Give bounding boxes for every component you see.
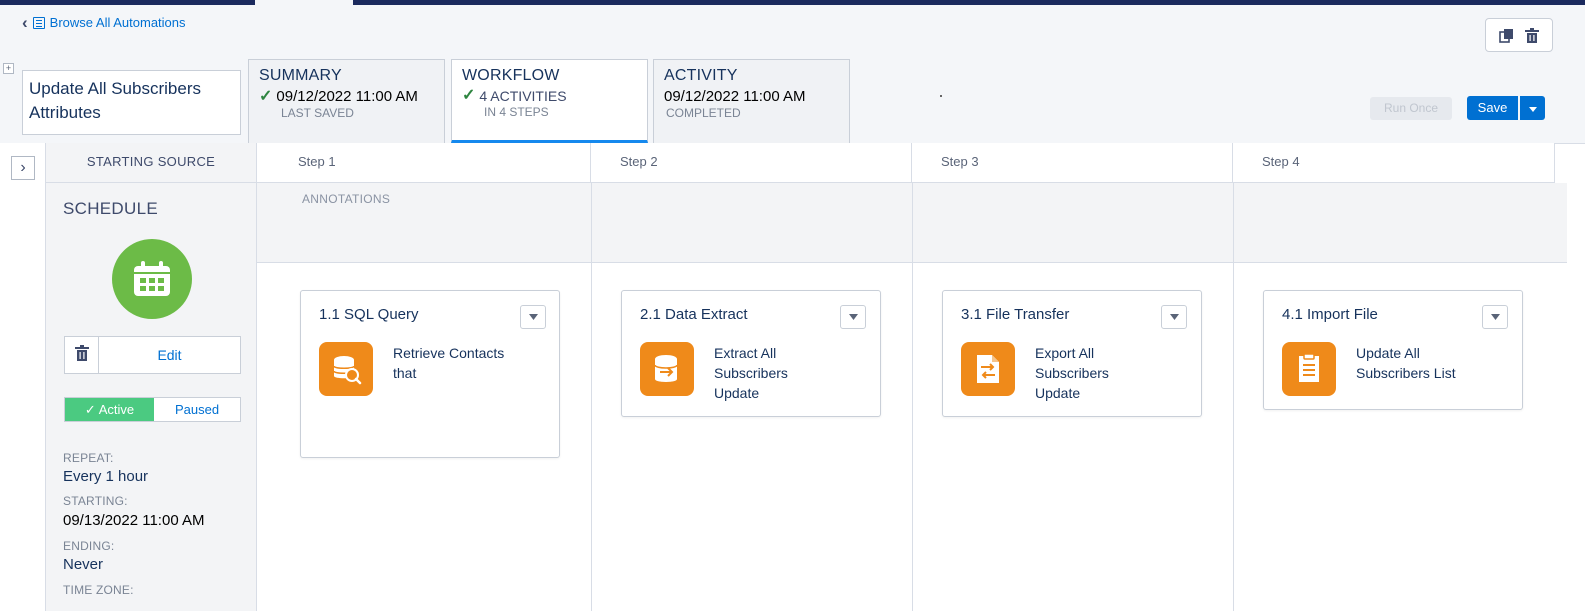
repeat-label: REPEAT: [63,451,114,465]
chevron-down-icon [1169,314,1179,320]
schedule-actions: Edit [64,336,241,374]
starting-source-column: STARTING SOURCE SCHEDULE Edit ✓ Active P… [45,143,257,611]
step-header-1: Step 1 [257,143,591,183]
data-extract-icon [640,342,694,396]
tab-value: 4 ACTIVITIES [479,88,567,104]
tab-subtitle: IN 4 STEPS [484,105,549,119]
activity-menu-button[interactable] [1482,305,1508,329]
save-button[interactable]: Save [1467,96,1518,120]
top-nav-bar [0,0,1585,5]
expand-panel-button[interactable]: › [11,156,35,180]
edit-schedule-button[interactable]: Edit [99,337,240,373]
activity-card-import-file[interactable]: 4.1 Import File Update All Subscribers L… [1263,290,1523,410]
active-toggle[interactable]: ✓ Active [65,398,154,421]
chevron-right-icon: › [20,159,26,176]
timezone-label: TIME ZONE: [63,583,134,597]
browse-all-automations-link[interactable]: ‹ Browse All Automations [22,14,186,31]
back-link-label: Browse All Automations [49,15,186,30]
step-header-2: Step 2 [591,143,912,183]
left-gutter [0,143,45,611]
tab-workflow[interactable]: WORKFLOW ✓ 4 ACTIVITIES IN 4 STEPS [451,59,648,143]
activity-title: 3.1 File Transfer [961,306,1070,323]
list-icon [32,16,45,29]
activity-card-sql-query[interactable]: 1.1 SQL Query Retrieve Contacts that [300,290,560,458]
tab-value: 09/12/2022 11:00 AM [664,88,806,105]
header-icon-group [1485,18,1553,52]
tab-value: 09/12/2022 11:00 AM [276,88,418,105]
chevron-down-icon [848,314,858,320]
column-divider [591,183,592,611]
activity-menu-button[interactable] [520,305,546,329]
activity-description: Extract All Subscribers Update [714,345,788,401]
tab-summary[interactable]: SUMMARY ✓ 09/12/2022 11:00 AM LAST SAVED [248,59,445,143]
repeat-value: Every 1 hour [63,468,149,485]
tab-title: SUMMARY [259,67,342,84]
activity-description: Update All Subscribers List [1356,345,1456,381]
schedule-status-toggle: ✓ Active Paused [64,397,241,422]
tab-activity[interactable]: ACTIVITY 09/12/2022 11:00 AM COMPLETED [653,59,850,143]
file-transfer-icon [961,342,1015,396]
activity-title: 2.1 Data Extract [640,306,748,323]
ending-value: Never [63,556,104,573]
activity-description: Export All Subscribers Update [1035,345,1109,401]
tab-title: WORKFLOW [462,67,560,84]
chevron-left-icon: ‹ [22,13,28,32]
activity-menu-button[interactable] [1161,305,1187,329]
activity-menu-button[interactable] [840,305,866,329]
trash-icon [74,344,89,366]
calendar-icon[interactable] [112,239,192,319]
automation-name-field[interactable]: Update All Subscribers Attributes [22,70,241,135]
column-divider [912,183,913,611]
delete-schedule-button[interactable] [65,337,99,373]
activity-title: 1.1 SQL Query [319,306,419,323]
activity-title: 4.1 Import File [1282,306,1378,323]
starting-source-header: STARTING SOURCE [46,143,256,183]
run-once-button[interactable]: Run Once [1370,97,1452,120]
schedule-title: SCHEDULE [63,199,158,218]
check-icon: ✓ [462,87,476,104]
annotations-label: ANNOTATIONS [302,192,391,206]
tab-subtitle: LAST SAVED [281,106,354,120]
paused-toggle[interactable]: Paused [154,398,240,421]
tab-subtitle: COMPLETED [666,106,741,120]
column-divider [1233,183,1234,611]
automation-studio-page: ‹ Browse All Automations + Update All Su… [0,0,1585,611]
chevron-down-icon [528,314,538,320]
chevron-down-icon [1490,314,1500,320]
collapse-toggle[interactable]: + [3,63,14,74]
activity-card-data-extract[interactable]: 2.1 Data Extract Extract All Subscribers… [621,290,881,417]
trash-icon[interactable] [1523,27,1540,44]
activity-card-file-transfer[interactable]: 3.1 File Transfer Export All Subscribers… [942,290,1202,417]
active-label: Active [98,402,135,417]
ending-label: ENDING: [63,539,115,553]
import-file-icon [1282,342,1336,396]
save-menu-button[interactable] [1520,96,1545,120]
chevron-down-icon [1528,99,1537,117]
stray-dot [940,95,942,97]
check-icon: ✓ [259,87,273,105]
copy-icon[interactable] [1498,27,1515,44]
starting-value: 09/13/2022 11:00 AM [63,512,205,529]
sql-query-icon [319,342,373,396]
step-header-3: Step 3 [912,143,1233,183]
step-header-4: Step 4 [1233,143,1555,183]
tab-title: ACTIVITY [664,67,738,84]
starting-label: STARTING: [63,494,128,508]
activity-description: Retrieve Contacts that [393,345,505,381]
